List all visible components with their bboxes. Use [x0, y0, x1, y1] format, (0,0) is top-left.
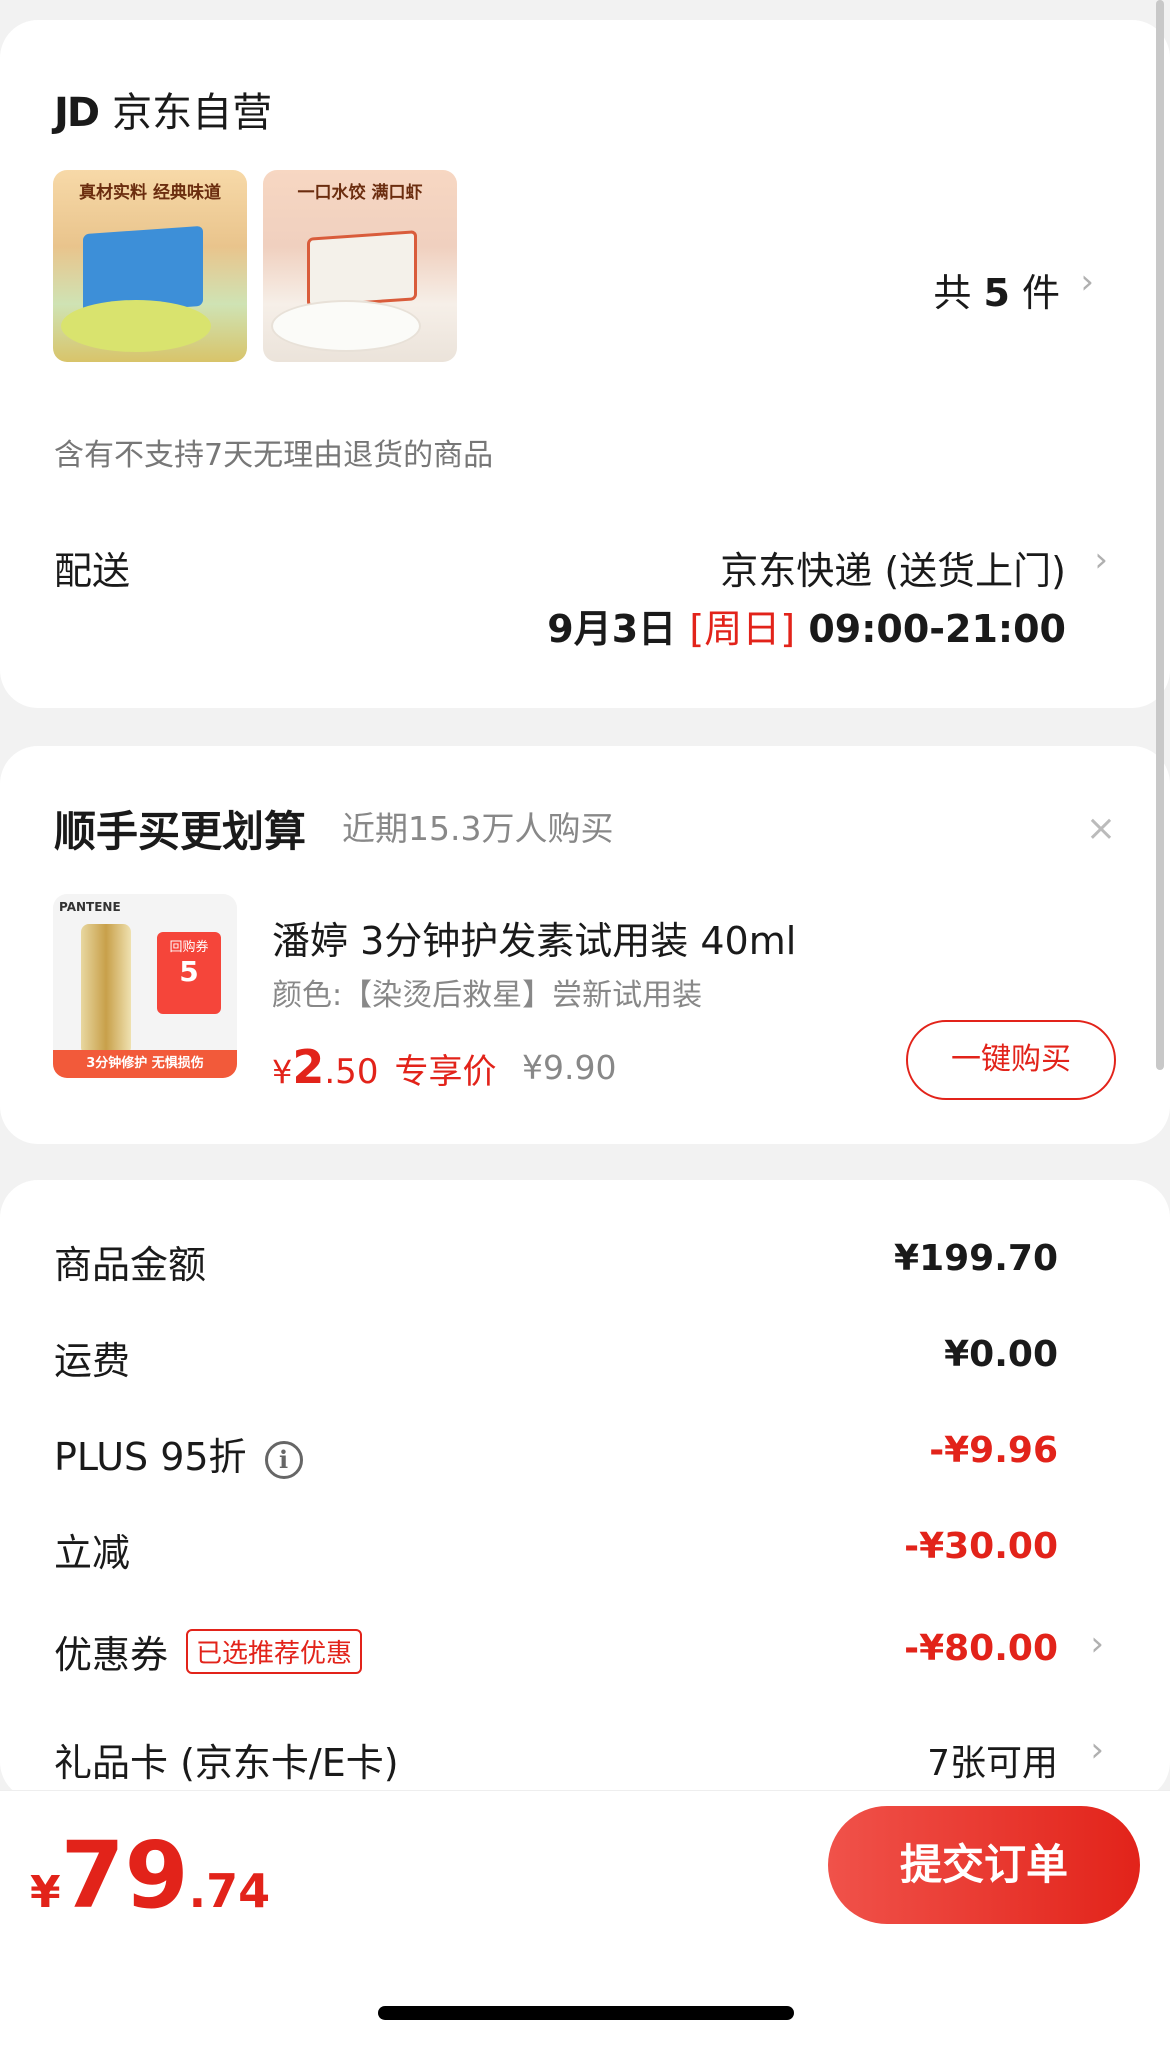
recommend-price: ¥2.50 专享价: [272, 1040, 496, 1094]
summary-value-shipping: ¥0.00: [944, 1334, 1058, 1375]
total-decimal: .74: [188, 1864, 271, 1918]
close-icon[interactable]: ×: [1086, 808, 1116, 849]
chevron-right-icon[interactable]: ›: [1090, 1624, 1104, 1664]
price-integer: 2: [292, 1040, 325, 1094]
delivery-label: 配送: [54, 549, 131, 593]
chevron-right-icon[interactable]: ›: [1094, 540, 1108, 580]
price-symbol: ¥: [272, 1053, 293, 1091]
chevron-right-icon[interactable]: ›: [1080, 262, 1094, 302]
product-banner: 真材实料 经典味道: [79, 183, 221, 203]
price-decimal: .50: [324, 1052, 379, 1092]
summary-label-plus: PLUS 95折 i: [54, 1426, 303, 1481]
coupon-graphic: 回购券 5: [157, 932, 221, 1014]
coupon-value: 5: [179, 955, 199, 988]
shop-header[interactable]: JD 京东自营: [54, 80, 272, 138]
brand-logo: PANTENE: [59, 900, 121, 914]
product-banner: 一口水饺 满口虾: [297, 183, 423, 203]
original-price: ¥9.90: [522, 1048, 617, 1087]
summary-label-instant: 立减: [54, 1531, 131, 1575]
submit-order-button[interactable]: 提交订单: [828, 1806, 1140, 1924]
product-thumbnail[interactable]: 真材实料 经典味道: [53, 170, 247, 362]
coupon-title: 回购券: [169, 940, 209, 955]
delivery-weekday: [周日]: [689, 607, 796, 651]
product-stripe: 3分钟修护 无惧损伤: [53, 1050, 237, 1078]
shop-name: 京东自营: [112, 90, 273, 136]
coupon-badge: 已选推荐优惠: [186, 1629, 363, 1674]
delivery-method[interactable]: 京东快递 (送货上门): [720, 540, 1066, 595]
item-count[interactable]: 共 5 件: [933, 262, 1060, 317]
delivery-timeslot: 09:00-21:00: [808, 607, 1066, 651]
product-thumbnail[interactable]: 一口水饺 满口虾: [263, 170, 457, 362]
jd-logo: JD: [54, 90, 100, 136]
recommend-subtitle: 近期15.3万人购买: [342, 809, 614, 848]
info-icon[interactable]: i: [264, 1441, 303, 1479]
recommend-product-name[interactable]: 潘婷 3分钟护发素试用装 40ml: [272, 910, 796, 965]
summary-label-goods: 商品金额: [54, 1243, 207, 1287]
summary-label-shipping: 运费: [54, 1339, 131, 1383]
plate-image: [271, 300, 421, 352]
price-tag: 专享价: [394, 1052, 497, 1092]
summary-value-goods: ¥199.70: [894, 1238, 1058, 1279]
return-notice: 含有不支持7天无理由退货的商品: [54, 438, 494, 473]
delivery-date: 9月3日: [547, 607, 677, 651]
item-count-prefix: 共: [933, 271, 972, 315]
recommend-title: 顺手买更划算: [54, 807, 307, 856]
total-price: ¥79.74: [30, 1822, 270, 1929]
scrollbar[interactable]: [1156, 0, 1164, 1070]
one-click-buy-button[interactable]: 一键购买: [906, 1020, 1116, 1100]
item-count-number: 5: [983, 271, 1010, 315]
summary-value-giftcard[interactable]: 7张可用: [927, 1734, 1058, 1786]
home-indicator[interactable]: [378, 2006, 794, 2020]
coupon-label: 优惠券: [54, 1633, 169, 1677]
summary-value-plus: -¥9.96: [929, 1430, 1058, 1471]
recommend-product-image[interactable]: PANTENE 回购券 5 3分钟修护 无惧损伤: [53, 894, 237, 1078]
plate-image: [61, 300, 211, 352]
shrimp-dumpling-image: [307, 230, 417, 308]
summary-label-coupon[interactable]: 优惠券 已选推荐优惠: [54, 1624, 363, 1679]
item-count-suffix: 件: [1021, 271, 1060, 315]
delivery-time[interactable]: 9月3日 [周日] 09:00-21:00: [547, 598, 1066, 653]
plus-discount-label: PLUS 95折: [54, 1435, 247, 1479]
conditioner-tube-image: [81, 924, 131, 1052]
recommend-product-spec: 颜色:【染烫后救星】尝新试用装: [272, 978, 703, 1013]
chevron-right-icon[interactable]: ›: [1090, 1730, 1104, 1770]
total-symbol: ¥: [30, 1867, 61, 1918]
total-integer: 79: [60, 1822, 189, 1929]
summary-value-instant: -¥30.00: [904, 1526, 1058, 1567]
summary-value-coupon[interactable]: -¥80.00: [904, 1628, 1058, 1669]
summary-label-giftcard[interactable]: 礼品卡 (京东卡/E卡): [54, 1732, 399, 1787]
